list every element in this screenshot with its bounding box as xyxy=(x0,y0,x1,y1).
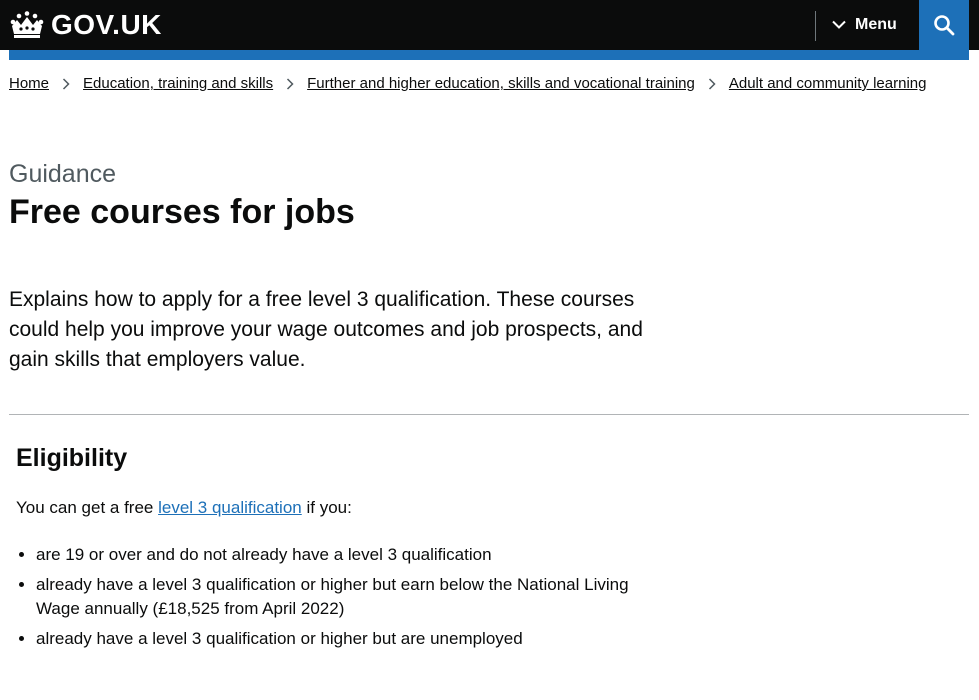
header-blue-bar xyxy=(9,50,969,60)
breadcrumb-further-education[interactable]: Further and higher education, skills and… xyxy=(307,75,695,92)
page-lead: Explains how to apply for a free level 3… xyxy=(9,288,643,371)
breadcrumb-adult-learning[interactable]: Adult and community learning xyxy=(729,75,927,92)
search-icon xyxy=(934,15,955,36)
chevron-right-icon xyxy=(62,77,70,90)
chevron-right-icon xyxy=(708,77,716,90)
govuk-logo-link[interactable]: GOV.UK xyxy=(9,8,162,42)
site-header: GOV.UK Menu xyxy=(0,0,979,50)
menu-label: Menu xyxy=(855,16,897,33)
eligibility-intro: You can get a free level 3 qualification… xyxy=(16,498,352,518)
logo-text: GOV.UK xyxy=(51,9,162,40)
eligibility-intro-text: You can get a free xyxy=(16,498,159,517)
list-item: are 19 or over and do not already have a… xyxy=(36,543,656,567)
chevron-right-icon xyxy=(287,77,294,90)
level-3-qualification-link[interactable]: level 3 qualification xyxy=(158,498,302,517)
eligibility-list: are 19 or over and do not already have a… xyxy=(16,543,656,657)
eligibility-intro-suffix: if you: xyxy=(301,498,352,517)
chevron-down-icon xyxy=(832,20,846,29)
list-item: already have a level 3 qualification or … xyxy=(36,627,656,651)
breadcrumb: Home Education, training and skills Furt… xyxy=(9,75,926,92)
page-caption: Guidance xyxy=(9,160,117,188)
menu-button[interactable]: Menu xyxy=(832,9,897,41)
menu-separator xyxy=(815,11,816,41)
breadcrumb-home[interactable]: Home xyxy=(9,75,49,92)
list-item: already have a level 3 qualification or … xyxy=(36,573,656,621)
section-divider xyxy=(9,414,969,415)
eligibility-heading: Eligibility xyxy=(16,444,128,472)
breadcrumb-education[interactable]: Education, training and skills xyxy=(83,75,273,92)
crown-icon xyxy=(10,11,44,38)
page-title: Free courses for jobs xyxy=(9,193,355,231)
search-button[interactable] xyxy=(919,0,969,50)
